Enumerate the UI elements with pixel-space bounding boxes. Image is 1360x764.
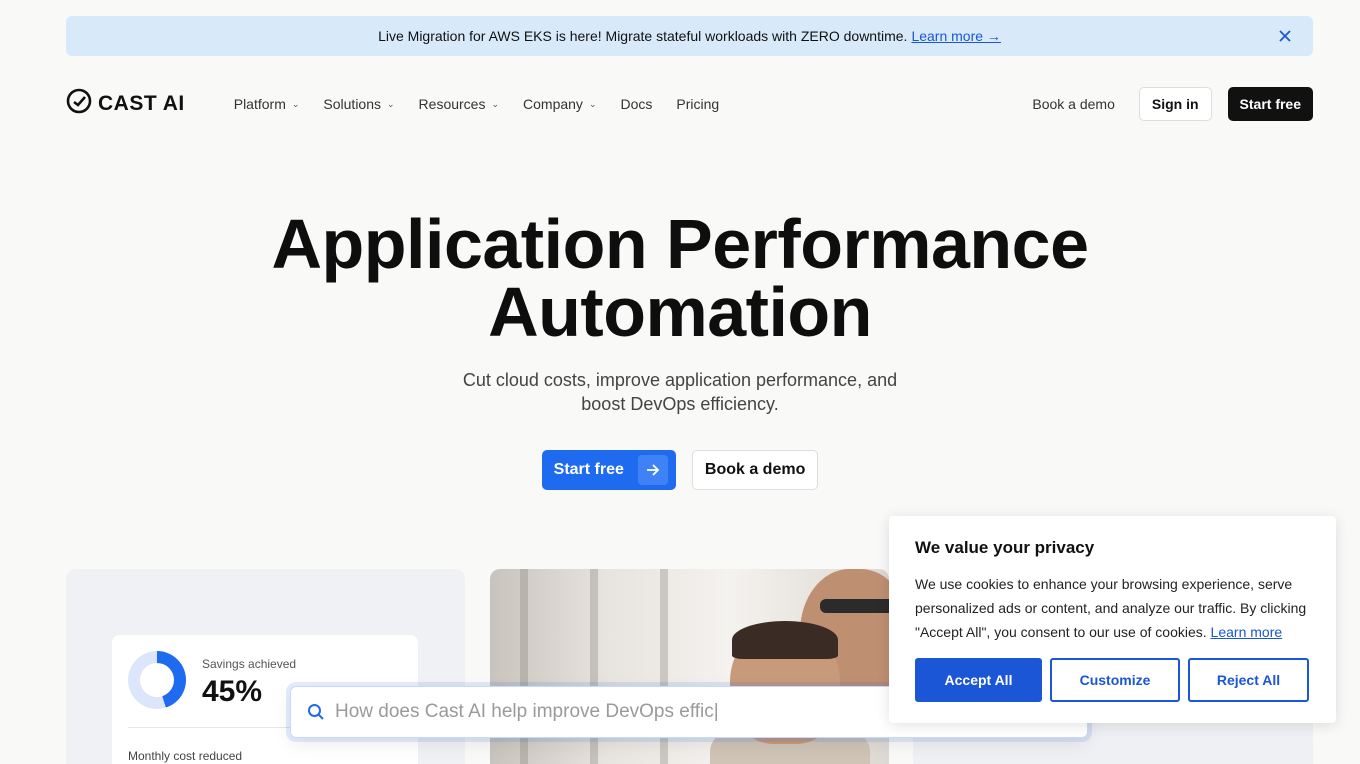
- savings-label: Savings achieved: [202, 657, 297, 671]
- banner-text: Live Migration for AWS EKS is here! Migr…: [378, 28, 908, 44]
- start-free-label: Start free: [553, 461, 624, 478]
- logo-text: CAST AI: [98, 92, 185, 115]
- cast-logo-icon: [66, 88, 92, 120]
- hero-section: Application Performance Automation Cut c…: [0, 209, 1360, 490]
- hero-cta-group: Start free Book a demo: [0, 450, 1360, 490]
- banner-learn-more-link[interactable]: Learn more →: [911, 28, 1000, 44]
- cookie-body: We use cookies to enhance your browsing …: [915, 572, 1310, 644]
- nav-docs[interactable]: Docs: [620, 96, 652, 112]
- book-demo-button[interactable]: Book a demo: [691, 450, 819, 490]
- cookie-buttons: Accept All Customize Reject All: [915, 658, 1310, 702]
- start-free-nav-button[interactable]: Start free: [1227, 87, 1313, 121]
- chevron-down-icon: ⌄: [291, 98, 300, 109]
- accept-all-button[interactable]: Accept All: [915, 658, 1042, 702]
- savings-value: 45%: [202, 675, 263, 708]
- chevron-down-icon: ⌄: [588, 98, 597, 109]
- nav-resources-label: Resources: [418, 96, 486, 112]
- hero-title-line2: Automation: [488, 273, 872, 351]
- hero-subtitle: Cut cloud costs, improve application per…: [462, 370, 898, 414]
- hero-title: Application Performance Automation: [0, 209, 1360, 347]
- close-icon[interactable]: [1275, 26, 1295, 46]
- monthly-cost-label: Monthly cost reduced: [128, 749, 243, 763]
- nav-actions: Book a demo Sign in Start free: [1032, 87, 1313, 121]
- hero-title-line1: Application Performance: [271, 205, 1089, 283]
- savings-donut-chart: [128, 651, 186, 709]
- photo-glasses: [820, 599, 889, 613]
- sign-in-button[interactable]: Sign in: [1138, 87, 1212, 121]
- announcement-banner: Live Migration for AWS EKS is here! Migr…: [66, 16, 1313, 56]
- nav-solutions-label: Solutions: [323, 96, 381, 112]
- cookie-learn-more-link[interactable]: Learn more: [1211, 624, 1283, 640]
- nav-company[interactable]: Company ⌄: [523, 96, 596, 112]
- search-input[interactable]: [335, 701, 935, 723]
- nav-platform[interactable]: Platform ⌄: [234, 96, 300, 112]
- cookie-title: We value your privacy: [915, 538, 1095, 557]
- customize-button[interactable]: Customize: [1050, 658, 1180, 702]
- chevron-down-icon: ⌄: [491, 98, 500, 109]
- arrow-right-icon: [637, 455, 668, 485]
- chevron-down-icon: ⌄: [387, 98, 395, 109]
- main-menu: Platform ⌄ Solutions ⌄ Resources ⌄ Company ⌄…: [234, 96, 719, 112]
- nav-pricing[interactable]: Pricing: [676, 96, 719, 112]
- nav-company-label: Company: [523, 96, 583, 112]
- top-nav: CAST AI Platform ⌄ Solutions ⌄ Resources ⌄ …: [66, 86, 1313, 122]
- start-free-button[interactable]: Start free: [541, 450, 676, 490]
- nav-pricing-label: Pricing: [676, 96, 720, 112]
- book-demo-link[interactable]: Book a demo: [1032, 96, 1115, 112]
- nav-resources[interactable]: Resources ⌄: [419, 96, 499, 112]
- reject-all-button[interactable]: Reject All: [1188, 658, 1309, 702]
- search-icon: [307, 703, 325, 721]
- logo[interactable]: CAST AI: [66, 88, 185, 120]
- nav-platform-label: Platform: [233, 96, 286, 112]
- nav-docs-label: Docs: [620, 96, 653, 112]
- photo-person-hair: [732, 621, 838, 659]
- cookie-consent-dialog: We value your privacy We use cookies to …: [889, 516, 1336, 723]
- nav-solutions[interactable]: Solutions ⌄: [323, 96, 394, 112]
